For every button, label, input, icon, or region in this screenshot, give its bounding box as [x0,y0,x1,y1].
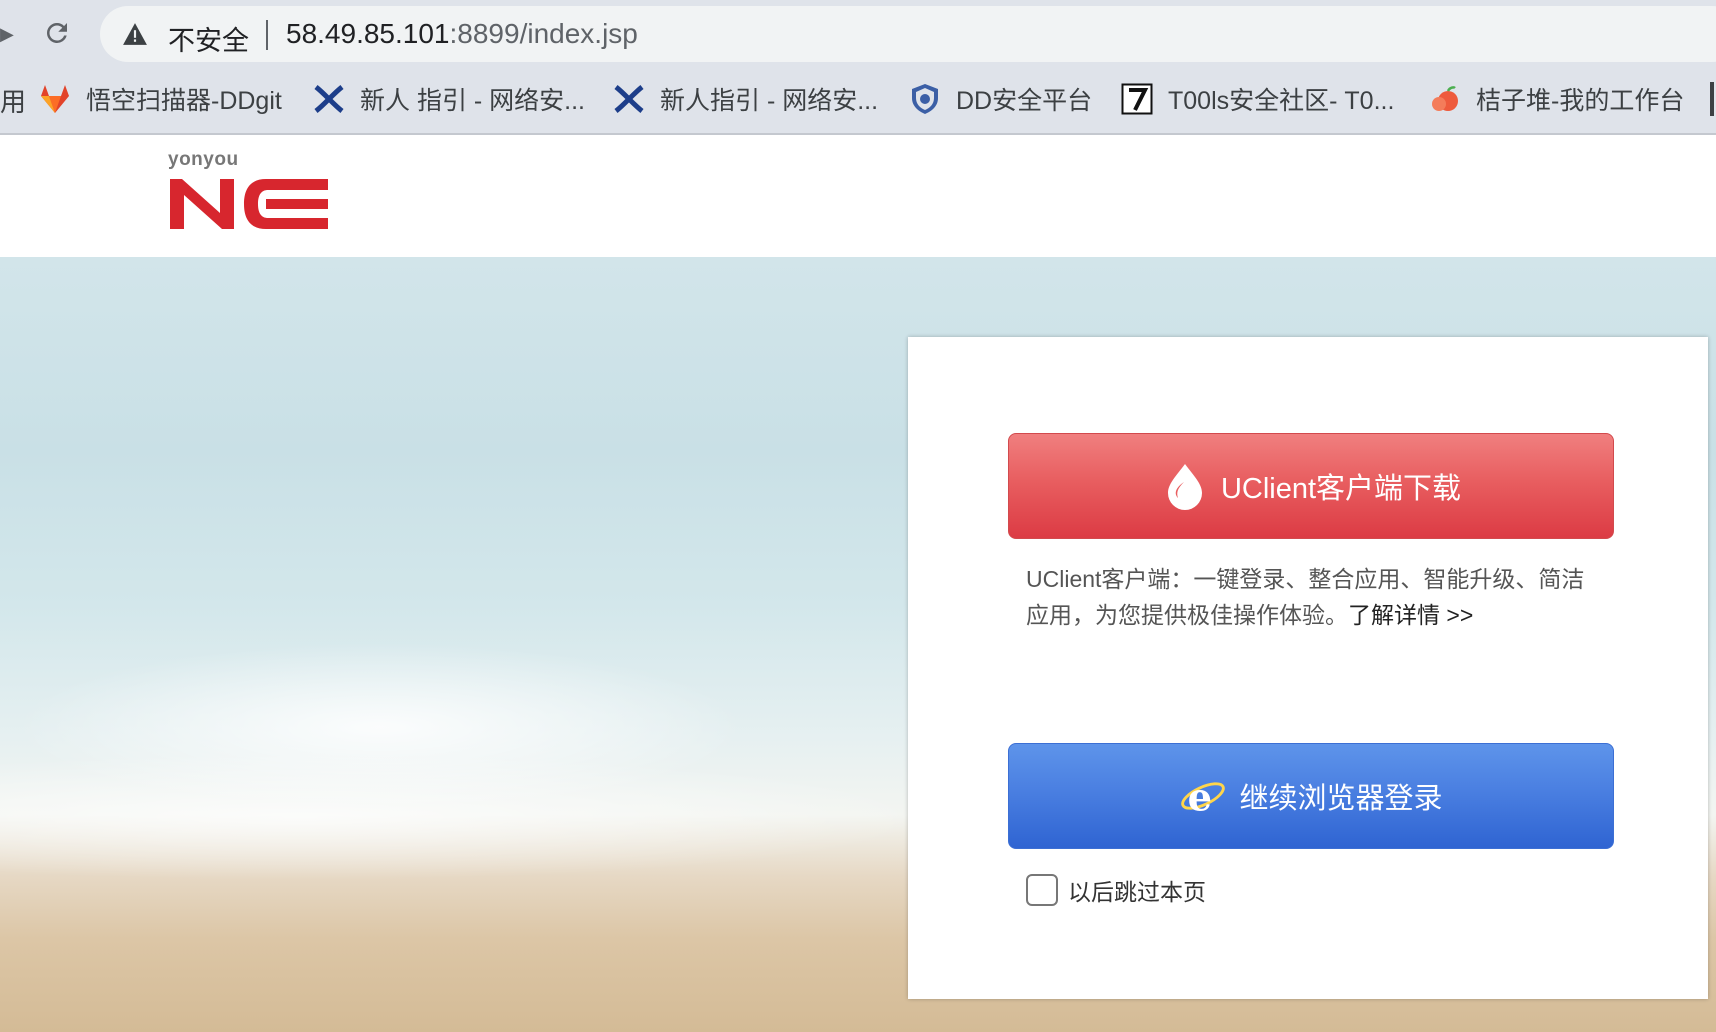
bookmark-label: 新人 指引 - 网络安... [360,87,586,115]
shield-badge-icon [908,82,942,116]
confluence-x-icon [612,82,646,116]
bookmark-dd-platform[interactable]: DD安全平台 [908,80,1092,118]
bookmark-label: 悟空扫描器-DDgit [86,87,282,115]
svg-text:e: e [1188,775,1212,819]
gitlab-fox-icon [38,82,72,116]
skip-page-checkbox[interactable] [1026,874,1058,906]
warning-icon[interactable] [122,22,148,51]
security-label[interactable]: 不安全 [168,19,249,58]
bookmark-guide-2[interactable]: 新人指引 - 网络安... [612,80,878,118]
logo-yonyou-text: yonyou [168,149,239,170]
uclient-download-button[interactable]: UClient客户端下载 [1008,433,1614,539]
url-path: :8899/index.jsp [449,18,638,49]
nc-logo [168,175,330,236]
forward-icon[interactable]: ▶ [0,24,14,45]
bookmark-label: 新人指引 - 网络安... [660,87,879,115]
skip-page-label: 以后跳过本页 [1068,879,1206,905]
t00ls-seven-icon [1120,82,1154,116]
divider [266,20,268,50]
url-text[interactable]: 58.49.85.101:8899/index.jsp [286,18,638,50]
bookmark-label: DD安全平台 [956,87,1093,115]
login-card: UClient客户端下载 UClient客户端：一键登录、整合应用、智能升级、简… [908,337,1708,999]
browser-login-button[interactable]: e 继续浏览器登录 [1008,743,1614,849]
orange-icon [1428,82,1462,116]
download-button-label: UClient客户端下载 [1220,473,1462,505]
url-host: 58.49.85.101 [286,18,450,49]
browser-login-label: 继续浏览器登录 [1239,783,1443,815]
bookmark-t00ls[interactable]: T00ls安全社区- T0... [1120,80,1394,118]
bookmark-partial[interactable]: 用 [0,82,26,119]
page-header: yonyou [0,135,1716,257]
uclient-description: UClient客户端：一键登录、整合应用、智能升级、简洁应用，为您提供极佳操作体… [1026,561,1606,633]
skip-page-option[interactable]: 以后跳过本页 [1026,873,1206,907]
description-text: UClient客户端：一键登录、整合应用、智能升级、简洁应用，为您提供极佳操作体… [1026,566,1585,628]
bookmarks-bar: 用 悟空扫描器-DDgit 新人 指引 - 网络安... 新人指引 - 网络安.… [0,68,1716,135]
bookmark-overflow[interactable] [1710,82,1714,116]
bookmark-label: 桔子堆-我的工作台 [1476,87,1685,115]
bookmark-guide-1[interactable]: 新人 指引 - 网络安... [312,80,585,118]
confluence-x-icon [312,82,346,116]
learn-more-link[interactable]: 了解详情 >> [1348,602,1473,628]
bookmark-label: T00ls安全社区- T0... [1168,87,1395,115]
ie-logo-icon: e [1179,770,1227,822]
droplet-icon [1161,460,1209,512]
reload-icon[interactable] [40,16,74,50]
address-bar[interactable]: 不安全 58.49.85.101:8899/index.jsp [100,6,1716,62]
browser-toolbar: ▶ 不安全 58.49.85.101:8899/index.jsp [0,0,1716,68]
bookmark-ddgit[interactable]: 悟空扫描器-DDgit [38,80,282,118]
bookmark-juzidui[interactable]: 桔子堆-我的工作台 [1428,80,1684,118]
